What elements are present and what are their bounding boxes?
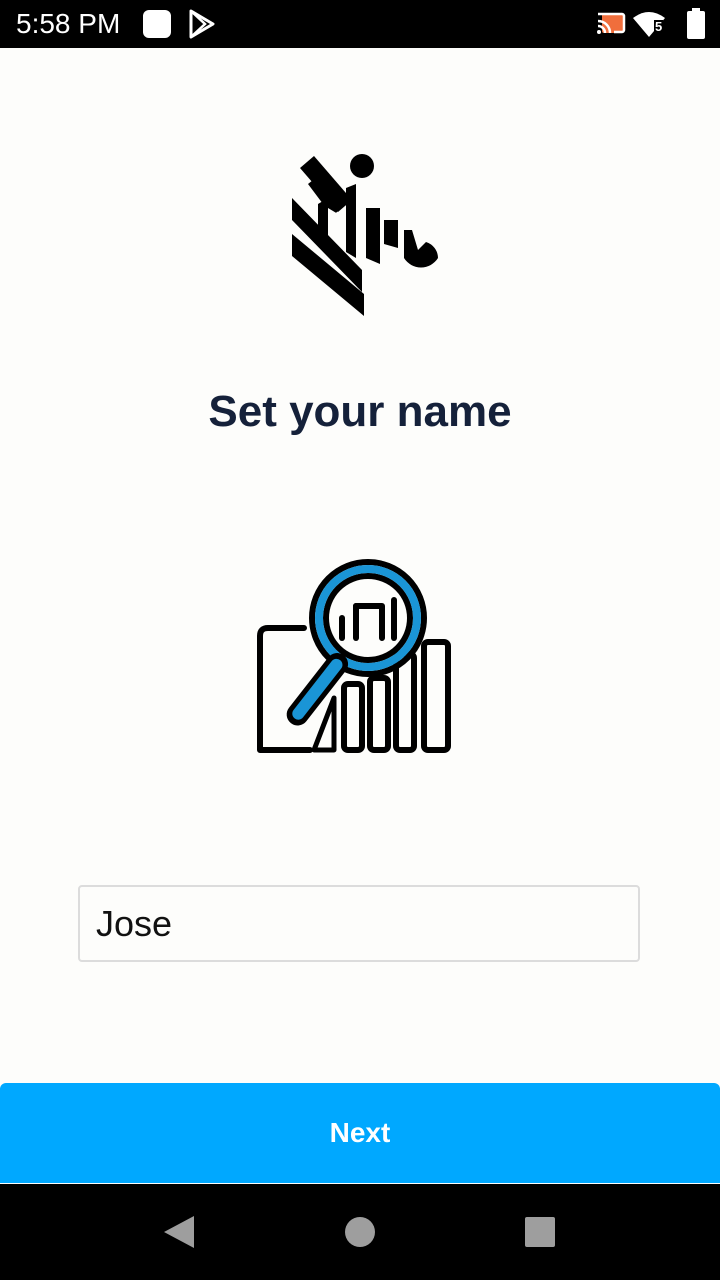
wifi-icon: 5: [632, 10, 666, 43]
play-store-icon: [188, 9, 216, 44]
next-button[interactable]: Next: [0, 1083, 720, 1183]
navigation-bar: [0, 1184, 720, 1280]
cast-icon: [596, 11, 626, 42]
back-icon[interactable]: [150, 1204, 206, 1260]
zebra-logo-icon: [288, 148, 440, 316]
recents-icon[interactable]: [512, 1204, 568, 1260]
name-input[interactable]: [78, 885, 640, 962]
battery-icon: [686, 8, 706, 45]
inventory-search-icon: [254, 558, 454, 758]
status-time: 5:58 PM: [16, 8, 121, 39]
page-title: Set your name: [208, 387, 512, 436]
notification-square-icon: [142, 9, 172, 44]
home-icon[interactable]: [332, 1204, 388, 1260]
wifi-badge: 5: [654, 19, 664, 34]
status-bar: 5:58 PM 5: [0, 0, 720, 48]
